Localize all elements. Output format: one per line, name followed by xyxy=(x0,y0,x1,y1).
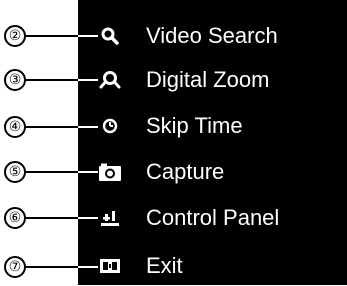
zoom-icon xyxy=(96,66,124,94)
menu-item-label: Exit xyxy=(146,253,183,278)
menu-item-label: Skip Time xyxy=(146,113,243,138)
exit-icon xyxy=(96,252,124,280)
callout-leader-6 xyxy=(25,217,78,219)
callout-leader-6-panel xyxy=(78,217,98,219)
menu-item-exit[interactable]: Exit xyxy=(96,246,346,286)
callout-number-5: ⑤ xyxy=(4,161,26,183)
menu-item-label: Control Panel xyxy=(146,205,280,230)
menu-item-label: Digital Zoom xyxy=(146,67,270,92)
menu-item-digital-zoom[interactable]: Digital Zoom xyxy=(96,60,346,100)
callout-number-7: ⑦ xyxy=(4,256,26,278)
callout-leader-3-panel xyxy=(78,79,98,81)
callout-leader-7-panel xyxy=(78,266,98,268)
camera-icon xyxy=(96,158,124,186)
callout-leader-2-panel xyxy=(78,35,98,37)
menu-item-video-search[interactable]: Video Search xyxy=(96,16,346,56)
callout-leader-5 xyxy=(25,171,78,173)
callout-leader-4-panel xyxy=(78,126,98,128)
menu-item-capture[interactable]: Capture xyxy=(96,152,346,192)
menu-item-control-panel[interactable]: Control Panel xyxy=(96,198,346,238)
callout-leader-5-panel xyxy=(78,171,98,173)
callout-number-6: ⑥ xyxy=(4,207,26,229)
callout-4: ④ xyxy=(0,115,110,143)
callout-6: ⑥ xyxy=(0,206,110,234)
callout-leader-7 xyxy=(25,266,78,268)
callout-leader-2 xyxy=(25,35,78,37)
callout-leader-4 xyxy=(25,126,78,128)
control-panel-icon xyxy=(96,204,124,232)
clock-icon xyxy=(96,112,124,140)
callout-number-4: ④ xyxy=(4,116,26,138)
menu-item-label: Capture xyxy=(146,159,225,184)
callout-number-3: ③ xyxy=(4,69,26,91)
callout-2: ② xyxy=(0,24,110,52)
callout-number-2: ② xyxy=(4,25,26,47)
callout-leader-3 xyxy=(25,79,78,81)
callout-7: ⑦ xyxy=(0,255,110,283)
callout-5: ⑤ xyxy=(0,160,110,188)
menu-item-label: Video Search xyxy=(146,23,278,48)
callout-3: ③ xyxy=(0,68,110,96)
search-icon xyxy=(96,22,124,50)
menu-item-skip-time[interactable]: Skip Time xyxy=(96,106,346,146)
